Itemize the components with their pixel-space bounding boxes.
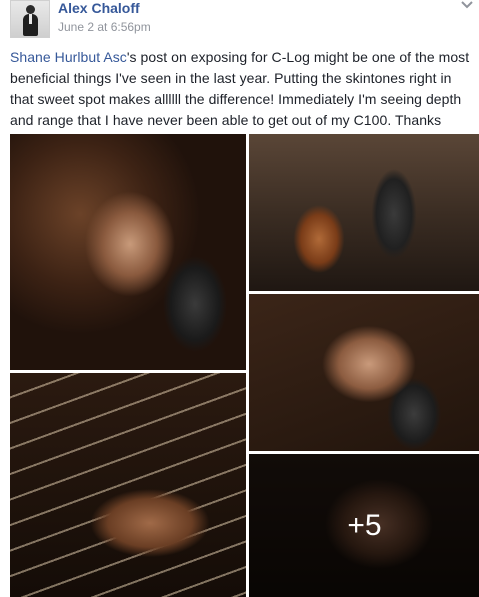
- post-header: Alex Chaloff June 2 at 6:56pm: [0, 0, 479, 40]
- more-photos-count[interactable]: +5: [249, 454, 479, 597]
- mention-link[interactable]: Shane Hurlbut Asc: [10, 49, 127, 65]
- author-name[interactable]: Alex Chaloff: [58, 0, 140, 16]
- photo-singer-closeup[interactable]: [10, 134, 246, 370]
- post-timestamp[interactable]: June 2 at 6:56pm: [58, 20, 151, 34]
- photo-singer-microphone[interactable]: [249, 294, 479, 451]
- photo-guitar-neck[interactable]: [10, 373, 246, 597]
- photo-more[interactable]: +5: [249, 454, 479, 597]
- photo-grid: +5: [10, 134, 479, 597]
- chevron-down-icon[interactable]: [460, 0, 474, 10]
- author-avatar[interactable]: [10, 0, 50, 38]
- photo-guitarist-and-singer[interactable]: [249, 134, 479, 291]
